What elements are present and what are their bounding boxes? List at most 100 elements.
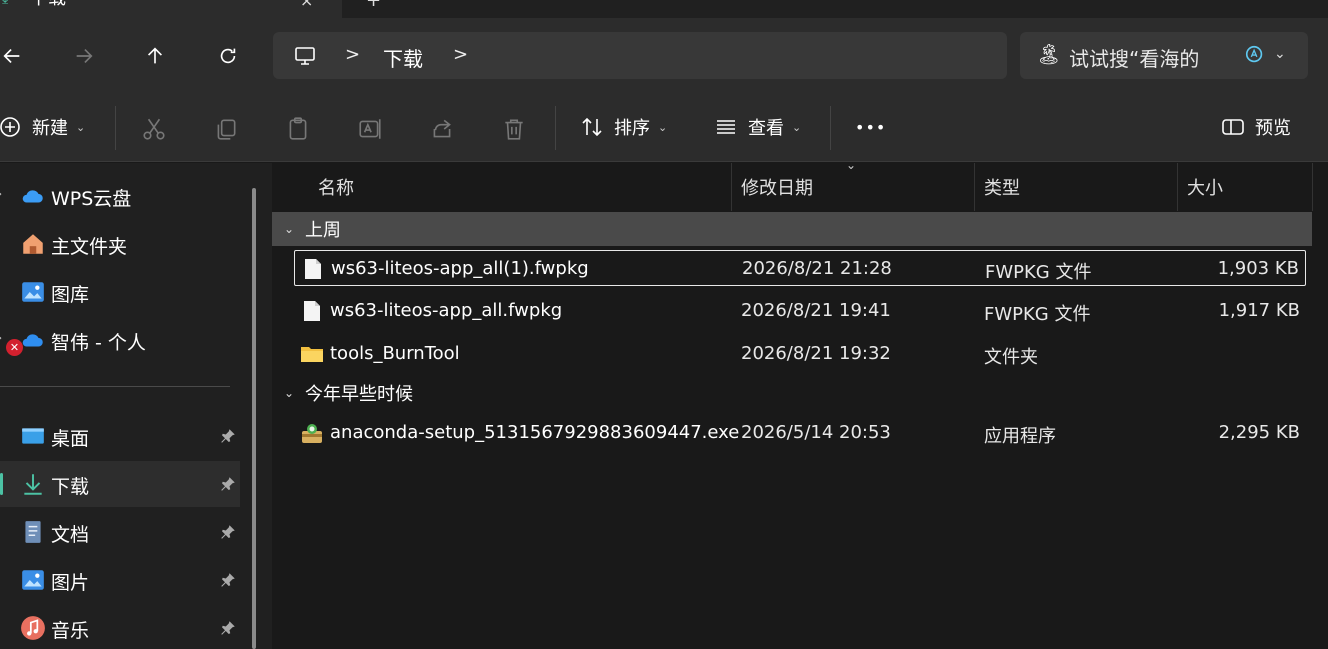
arrow-up-icon [147, 47, 163, 64]
sidebar-item-label: 图片 [51, 572, 90, 594]
tab-strip: ⤓ 下载 × + [0, 0, 1328, 18]
chevron-down-icon[interactable]: ⌄ [284, 222, 294, 236]
pin-icon[interactable] [219, 523, 237, 541]
arrow-right-icon [76, 48, 93, 64]
chevron-right-icon[interactable]: › [0, 333, 2, 344]
delete-icon[interactable] [501, 116, 527, 142]
up-button[interactable] [137, 38, 173, 74]
download-icon [24, 474, 42, 495]
tab-downloads[interactable]: ⤓ 下载 × [0, 0, 342, 18]
file-type: 应用程序 [984, 426, 1056, 447]
paste-icon[interactable] [285, 116, 311, 142]
column-header-date[interactable]: 修改日期 [741, 163, 813, 211]
group-header[interactable]: ⌄ 今年早些时候 [272, 376, 1312, 410]
file-size: 1,903 KB [1217, 258, 1299, 279]
breadcrumb-separator[interactable]: > [345, 44, 360, 65]
pin-icon[interactable] [219, 619, 237, 637]
new-tab-button[interactable]: + [366, 0, 381, 11]
sort-icon [582, 117, 602, 137]
preview-pane-button[interactable]: 预览 [1221, 108, 1291, 146]
sidebar-item-label: 文档 [51, 524, 90, 546]
file-row[interactable]: tools_BurnTool 2026/8/21 19:32 文件夹 [294, 336, 1306, 372]
desktop-icon [22, 428, 44, 444]
breadcrumb-downloads[interactable]: 下载 [383, 43, 423, 72]
pictures-icon [22, 570, 44, 590]
file-icon [304, 301, 320, 321]
file-date: 2026/5/14 20:53 [741, 422, 891, 443]
file-date: 2026/8/21 19:41 [741, 300, 891, 321]
search-input[interactable]: 试试搜“看海的 [1069, 43, 1221, 72]
sidebar-item-onedrive-personal[interactable]: › 智伟 - 个人 [0, 317, 240, 363]
pin-icon[interactable] [219, 475, 237, 493]
copy-icon[interactable] [213, 116, 239, 142]
chevron-down-icon: ⌄ [792, 120, 802, 134]
sidebar-item-gallery[interactable]: 图库 [0, 269, 240, 315]
column-header-size[interactable]: 大小 [1187, 163, 1223, 211]
pin-icon[interactable] [219, 571, 237, 589]
chevron-right-icon[interactable]: › [0, 189, 2, 200]
sidebar-item-downloads[interactable]: 下载 [0, 461, 240, 507]
refresh-button[interactable] [210, 38, 246, 74]
file-name: ws63-liteos-app_all(1).fwpkg [331, 258, 589, 279]
file-name: ws63-liteos-app_all.fwpkg [330, 300, 563, 321]
more-options-button[interactable]: ••• [855, 108, 886, 146]
chevron-down-icon[interactable]: ⌄ [284, 386, 294, 400]
forward-button[interactable] [66, 38, 102, 74]
divider [830, 106, 831, 150]
home-icon [23, 234, 43, 254]
cut-icon[interactable] [141, 116, 167, 142]
group-label: 上周 [305, 220, 341, 241]
music-icon [21, 616, 45, 640]
address-bar[interactable]: > 下载 > [273, 32, 1007, 79]
file-row[interactable]: ws63-liteos-app_all.fwpkg 2026/8/21 19:4… [294, 293, 1306, 329]
sidebar-item-home[interactable]: 主文件夹 [0, 221, 240, 267]
view-button[interactable]: 查看 ⌄ [714, 108, 801, 146]
search-box[interactable]: 🏝 试试搜“看海的 ⌄ [1020, 32, 1308, 79]
plus-circle-icon [0, 117, 20, 137]
column-divider[interactable] [1177, 163, 1178, 211]
share-icon[interactable] [429, 116, 455, 142]
rename-icon[interactable] [357, 116, 383, 142]
chevron-down-icon[interactable]: ⌄ [1274, 46, 1286, 62]
sidebar-item-label: 图库 [51, 284, 90, 306]
tab-close-button[interactable]: × [300, 0, 313, 10]
column-divider[interactable] [731, 163, 732, 211]
file-name: anaconda-setup_5131567929883609447.exe [330, 422, 740, 443]
sidebar-item-label: 桌面 [51, 428, 90, 450]
sidebar-item-music[interactable]: 音乐 [0, 605, 240, 649]
file-size: 1,917 KB [1218, 300, 1300, 321]
arrow-left-icon [3, 48, 20, 64]
navigation-pane: › WPS云盘 主文件夹 图库 › 智伟 - 个人 ✕ 桌面 下载 文档 图片 [0, 163, 272, 649]
breadcrumb-separator[interactable]: > [453, 44, 468, 65]
view-label: 查看 [748, 118, 784, 139]
sidebar-item-wps-cloud[interactable]: › WPS云盘 [0, 173, 240, 219]
back-button[interactable] [0, 38, 30, 74]
sidebar-item-label: 音乐 [51, 620, 90, 642]
sidebar-item-desktop[interactable]: 桌面 [0, 413, 240, 459]
file-type: FWPKG 文件 [984, 304, 1091, 325]
group-header[interactable]: ⌄ 上周 [272, 212, 1312, 246]
sidebar-scrollbar[interactable] [252, 188, 256, 649]
column-header-type[interactable]: 类型 [984, 163, 1020, 211]
file-row[interactable]: ws63-liteos-app_all(1).fwpkg 2026/8/21 2… [294, 250, 1306, 286]
column-header-name[interactable]: 名称 [318, 163, 354, 211]
copilot-search-icon[interactable] [1244, 44, 1266, 66]
new-label: 新建 [32, 118, 68, 139]
sidebar-item-documents[interactable]: 文档 [0, 509, 240, 555]
list-view-icon [717, 120, 735, 134]
file-row[interactable]: anaconda-setup_5131567929883609447.exe 2… [294, 415, 1306, 451]
command-bar: 新建 ⌄ 排序 ⌄ 查看 ⌄ ••• 预览 [0, 92, 1328, 162]
file-date: 2026/8/21 19:32 [741, 343, 891, 364]
palm-tree-icon: 🏝 [1036, 42, 1062, 66]
column-divider[interactable] [974, 163, 975, 211]
column-divider[interactable] [1312, 163, 1313, 211]
document-icon [25, 521, 41, 543]
onedrive-icon [22, 334, 43, 347]
computer-icon [295, 47, 315, 65]
new-button[interactable]: 新建 ⌄ [0, 108, 85, 146]
sidebar-item-pictures[interactable]: 图片 [0, 557, 240, 603]
file-date: 2026/8/21 21:28 [742, 258, 892, 279]
sort-button[interactable]: 排序 ⌄ [580, 108, 667, 146]
divider [555, 106, 556, 150]
pin-icon[interactable] [219, 427, 237, 445]
